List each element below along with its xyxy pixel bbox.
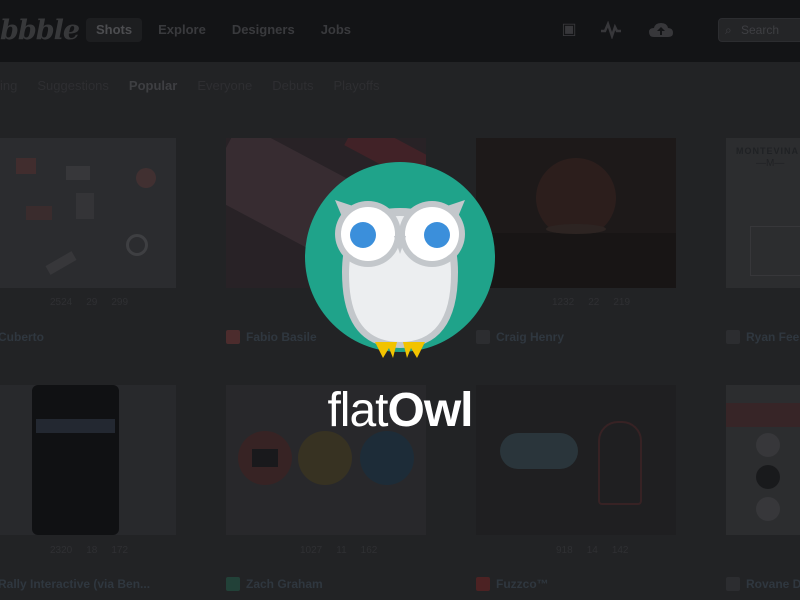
- brand-light-text: flat: [327, 384, 388, 437]
- owl-logo: [305, 162, 495, 362]
- page: bbble Shots Explore Designers Jobs ▣ ⌕ S…: [0, 0, 800, 600]
- brand-bold-text: Owl: [387, 384, 474, 437]
- owl-icon: [305, 162, 495, 358]
- brand-wordmark: flatOwl: [0, 383, 800, 438]
